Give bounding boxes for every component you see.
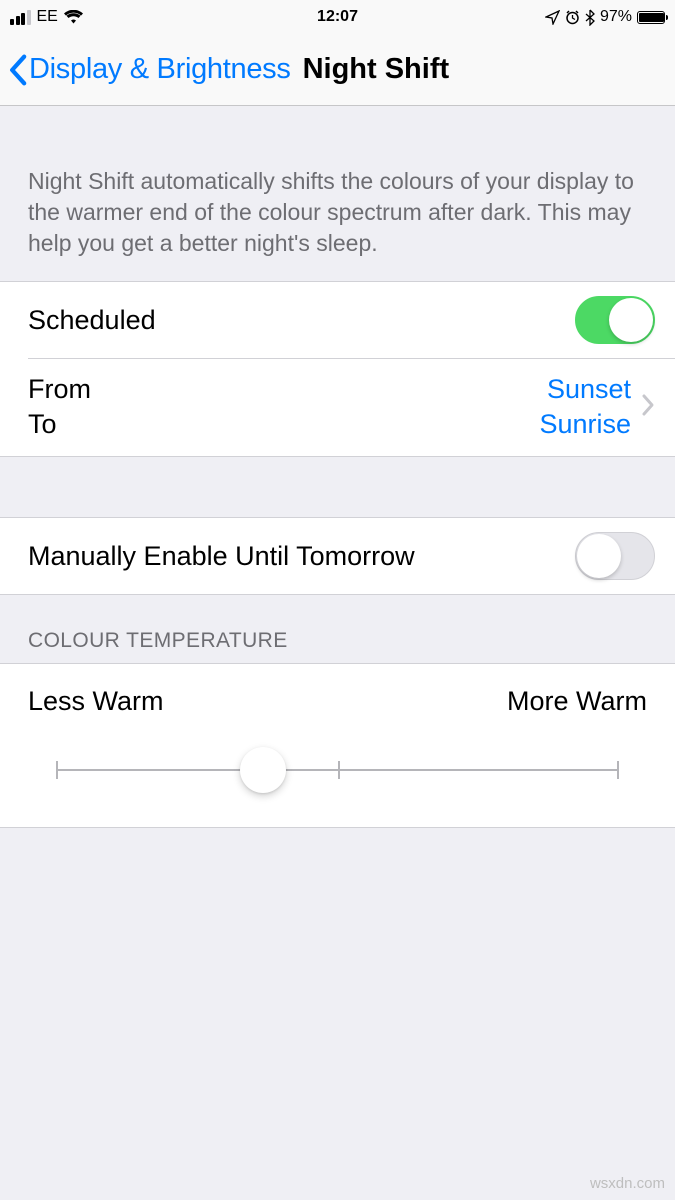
- from-value: Sunset: [547, 372, 631, 407]
- battery-icon: [637, 11, 665, 24]
- temperature-slider[interactable]: [28, 747, 647, 793]
- slider-thumb[interactable]: [240, 747, 286, 793]
- manual-group: Manually Enable Until Tomorrow: [0, 517, 675, 595]
- location-icon: [545, 10, 560, 25]
- colour-temperature-panel: Less Warm More Warm: [0, 663, 675, 828]
- night-shift-description: Night Shift automatically shifts the col…: [0, 106, 675, 281]
- wifi-icon: [64, 10, 83, 24]
- manual-toggle[interactable]: [575, 532, 655, 580]
- back-button[interactable]: Display & Brightness: [8, 53, 291, 86]
- page-title: Night Shift: [303, 53, 450, 86]
- carrier-label: EE: [37, 8, 58, 26]
- manual-row: Manually Enable Until Tomorrow: [0, 518, 675, 594]
- spacer: [0, 457, 675, 517]
- colour-temperature-header: COLOUR TEMPERATURE: [0, 595, 675, 663]
- scheduled-row: Scheduled: [0, 282, 675, 358]
- scheduled-group: Scheduled From To Sunset Sunrise: [0, 281, 675, 457]
- schedule-time-labels: From To: [28, 372, 91, 442]
- slider-labels: Less Warm More Warm: [28, 686, 647, 717]
- status-right: 97%: [545, 8, 665, 26]
- bluetooth-icon: [585, 9, 595, 26]
- alarm-icon: [565, 10, 580, 25]
- from-label: From: [28, 372, 91, 407]
- schedule-times-row[interactable]: From To Sunset Sunrise: [0, 358, 675, 456]
- watermark: wsxdn.com: [590, 1175, 665, 1192]
- scheduled-toggle[interactable]: [575, 296, 655, 344]
- battery-percent: 97%: [600, 8, 632, 26]
- to-label: To: [28, 407, 91, 442]
- signal-strength-icon: [10, 10, 31, 25]
- status-time: 12:07: [317, 8, 358, 26]
- nav-bar: Display & Brightness Night Shift: [0, 34, 675, 106]
- schedule-time-values: Sunset Sunrise: [539, 372, 631, 442]
- status-left: EE: [10, 8, 83, 26]
- chevron-left-icon: [8, 54, 27, 86]
- chevron-right-icon: [641, 393, 655, 422]
- to-value: Sunrise: [539, 407, 631, 442]
- back-label: Display & Brightness: [29, 53, 291, 86]
- scheduled-label: Scheduled: [28, 305, 156, 336]
- less-warm-label: Less Warm: [28, 686, 164, 717]
- status-bar: EE 12:07 97%: [0, 0, 675, 34]
- manual-label: Manually Enable Until Tomorrow: [28, 541, 415, 572]
- more-warm-label: More Warm: [507, 686, 647, 717]
